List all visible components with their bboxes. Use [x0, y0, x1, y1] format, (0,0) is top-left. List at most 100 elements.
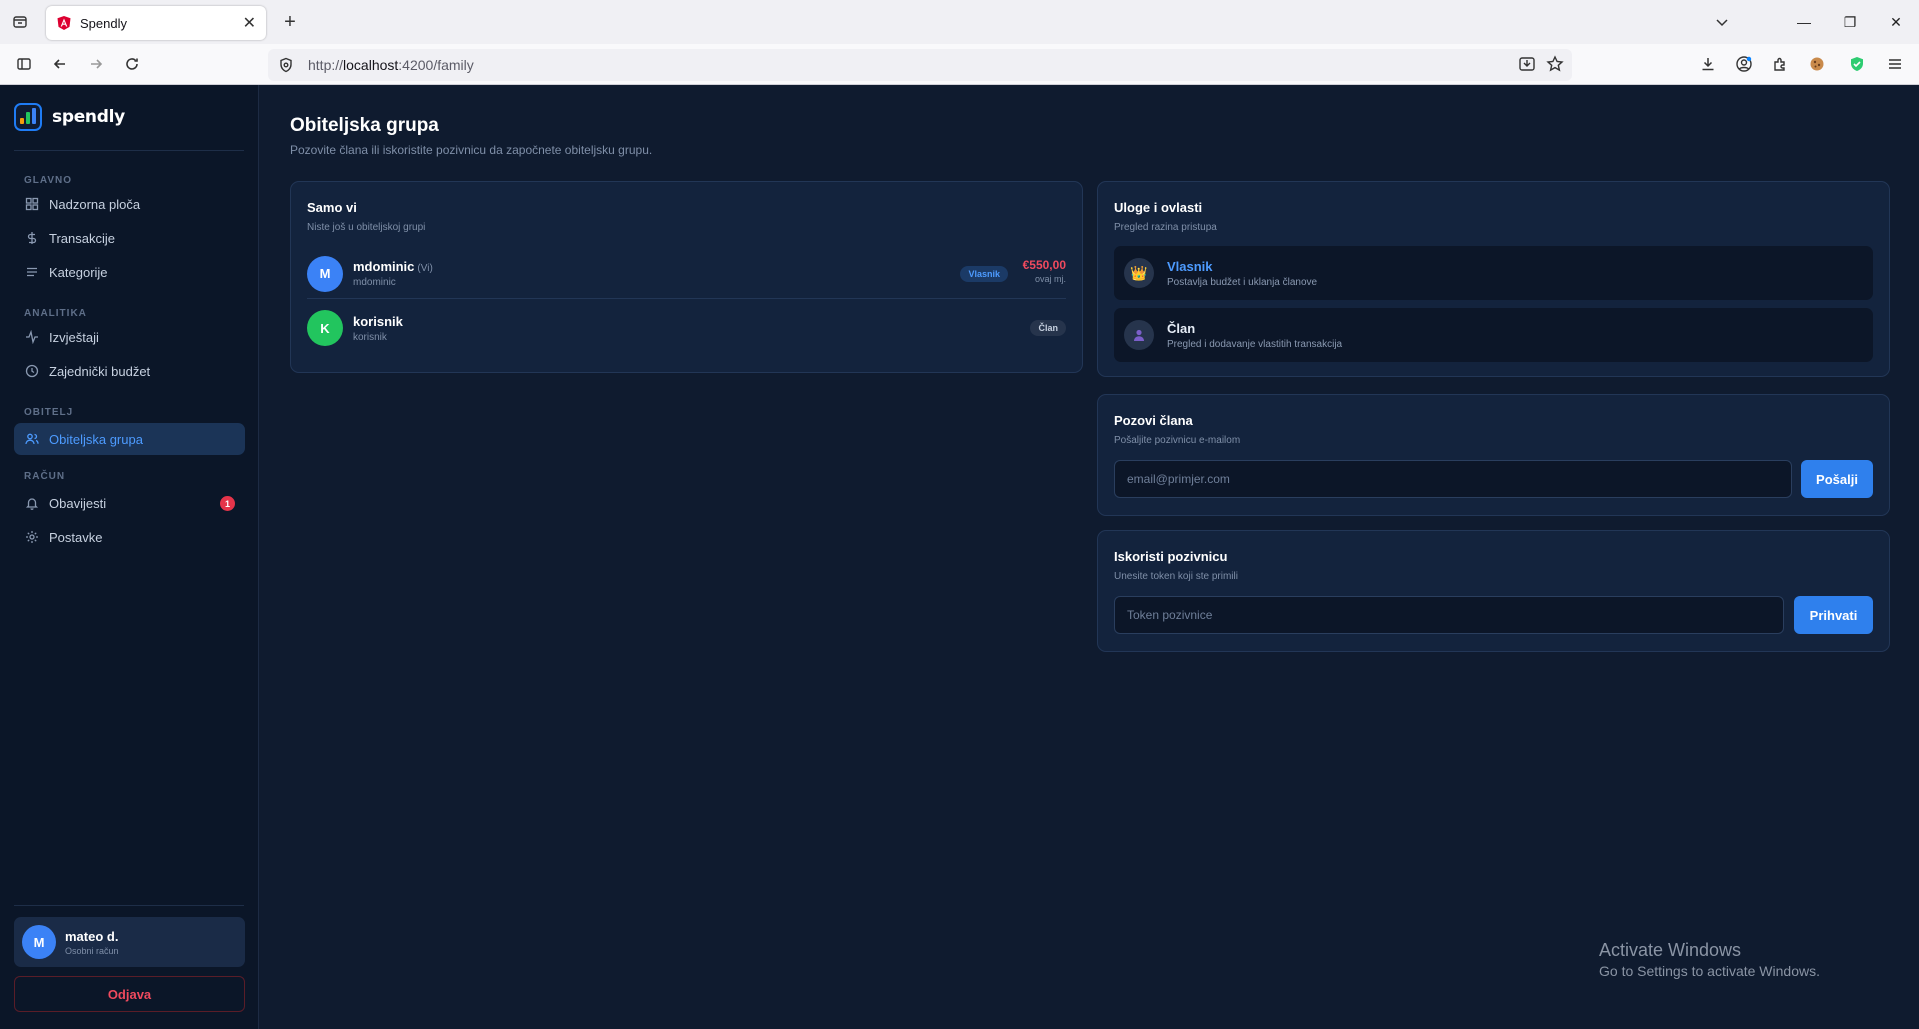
- card-title: Samo vi: [307, 200, 357, 215]
- member-username: korisnik: [353, 331, 387, 343]
- url-prefix: http://: [308, 57, 344, 73]
- person-icon: [1124, 320, 1154, 350]
- sidebar-toggle-icon[interactable]: [12, 52, 36, 76]
- page-title: Obiteljska grupa: [290, 115, 439, 136]
- url-path: :4200/family: [398, 57, 474, 73]
- activity-icon: [24, 329, 40, 345]
- roles-card: Uloge i ovlasti Pregled razina pristupa …: [1097, 181, 1890, 377]
- angular-favicon-icon: [57, 16, 71, 30]
- member-row[interactable]: K korisnik korisnik Član: [307, 303, 1066, 353]
- clock-icon: [24, 363, 40, 379]
- sidebar-item-label: Transakcije: [49, 230, 115, 246]
- avatar: K: [307, 310, 343, 346]
- app-root: spendly GLAVNO Nadzorna ploča Transakcij…: [0, 85, 1919, 1029]
- member-name: mdominic (Vi): [353, 259, 433, 274]
- member-row[interactable]: M mdominic (Vi) mdominic Vlasnik €550,00 …: [307, 249, 1066, 299]
- sidebar-item-label: Izvještaji: [49, 329, 99, 345]
- spending-amount: €550,00: [1022, 258, 1066, 272]
- member-username: mdominic: [353, 277, 396, 288]
- cookie-extension-icon[interactable]: [1805, 52, 1829, 76]
- sidebar-item-categories[interactable]: Kategorije: [14, 256, 245, 288]
- role-owner: 👑 Vlasnik Postavlja budžet i uklanja čla…: [1114, 246, 1873, 300]
- tab-groups-icon[interactable]: [0, 0, 40, 44]
- card-title: Iskoristi pozivnicu: [1114, 549, 1228, 564]
- role-name: Član: [1167, 320, 1196, 336]
- window-controls: — ❐ ✕: [1781, 0, 1919, 44]
- grid-icon: [24, 196, 40, 212]
- card-subtitle: Niste još u obiteljskoj grupi: [307, 222, 426, 233]
- role-member: Član Pregled i dodavanje vlastitih trans…: [1114, 308, 1873, 362]
- restore-icon[interactable]: ❐: [1827, 0, 1873, 44]
- redeem-card: Iskoristi pozivnicu Unesite token koji s…: [1097, 530, 1890, 652]
- card-subtitle: Pošaljite pozivnicu e-mailom: [1114, 435, 1241, 446]
- downloads-icon[interactable]: [1696, 52, 1720, 76]
- sidebar-item-dashboard[interactable]: Nadzorna ploča: [14, 188, 245, 220]
- shield-icon[interactable]: [278, 56, 296, 74]
- accept-invite-button[interactable]: Prihvati: [1794, 596, 1873, 634]
- extensions-icon[interactable]: [1768, 52, 1792, 76]
- card-title: Pozovi člana: [1114, 413, 1193, 428]
- url-host: localhost: [343, 57, 399, 73]
- member-spending: €550,00 ovaj mj.: [1023, 258, 1066, 284]
- email-field[interactable]: [1114, 460, 1792, 498]
- role-description: Postavlja budžet i uklanja članove: [1167, 276, 1318, 288]
- reload-icon[interactable]: [120, 52, 144, 76]
- spendly-logo-icon: [14, 103, 42, 131]
- close-tab-icon[interactable]: ✕: [243, 13, 256, 33]
- menu-icon[interactable]: [1883, 52, 1907, 76]
- windows-activation-watermark: Activate Windows Go to Settings to activ…: [1599, 940, 1820, 979]
- spending-period: ovaj mj.: [1034, 274, 1066, 284]
- role-name: Vlasnik: [1167, 258, 1213, 274]
- section-label-analytics: ANALITIKA: [24, 308, 87, 319]
- send-invite-button[interactable]: Pošalji: [1801, 460, 1873, 498]
- new-tab-button[interactable]: +: [278, 10, 302, 34]
- brand-name: spendly: [52, 107, 125, 127]
- watermark-line2: Go to Settings to activate Windows.: [1599, 963, 1820, 979]
- browser-tab-active[interactable]: Spendly ✕: [46, 6, 266, 40]
- sidebar-item-shared-budget[interactable]: Zajednički budžet: [14, 355, 245, 387]
- shield-extension-icon[interactable]: [1845, 52, 1869, 76]
- section-label-account: RAČUN: [24, 471, 66, 482]
- sidebar-item-label: Postavke: [49, 529, 103, 545]
- sidebar-item-reports[interactable]: Izvještaji: [14, 321, 245, 353]
- card-title: Uloge i ovlasti: [1114, 200, 1203, 215]
- you-label: (Vi): [417, 263, 433, 274]
- browser-nav-bar: http://localhost:4200/family: [0, 44, 1919, 85]
- gear-icon: [24, 529, 40, 545]
- bell-icon: [24, 495, 40, 511]
- url-bar[interactable]: http://localhost:4200/family: [268, 49, 1572, 81]
- sidebar: spendly GLAVNO Nadzorna ploča Transakcij…: [0, 85, 259, 1029]
- sidebar-item-label: Obiteljska grupa: [49, 431, 143, 447]
- sidebar-item-label: Zajednički budžet: [49, 363, 151, 379]
- avatar: M: [307, 255, 343, 292]
- users-icon: [24, 431, 40, 447]
- sidebar-item-label: Obavijesti: [49, 495, 107, 511]
- sidebar-item-family-group[interactable]: Obiteljska grupa: [14, 423, 245, 455]
- forward-icon[interactable]: [84, 52, 108, 76]
- logout-button[interactable]: Odjava: [14, 976, 245, 1012]
- brand[interactable]: spendly: [14, 103, 125, 131]
- user-card[interactable]: M mateo d. Osobni račun: [14, 917, 245, 967]
- role-badge-member: Član: [1030, 320, 1066, 336]
- close-window-icon[interactable]: ✕: [1873, 0, 1919, 44]
- back-icon[interactable]: [48, 52, 72, 76]
- token-field[interactable]: [1114, 596, 1784, 634]
- sidebar-item-notifications[interactable]: Obavijesti 1: [14, 487, 245, 519]
- browser-tab-bar: Spendly ✕ + — ❐ ✕: [0, 0, 1919, 44]
- save-page-icon[interactable]: [1518, 55, 1536, 76]
- main-content: Obiteljska grupa Pozovite člana ili isko…: [259, 85, 1919, 1029]
- crown-icon: 👑: [1124, 258, 1154, 288]
- card-subtitle: Pregled razina pristupa: [1114, 222, 1217, 233]
- page-subtitle: Pozovite člana ili iskoristite pozivnicu…: [290, 143, 653, 157]
- minimize-icon[interactable]: —: [1781, 0, 1827, 44]
- account-icon[interactable]: [1732, 52, 1756, 76]
- divider: [14, 905, 244, 906]
- list-tabs-icon[interactable]: [1710, 10, 1734, 34]
- sidebar-item-transactions[interactable]: Transakcije: [14, 222, 245, 254]
- avatar: M: [22, 925, 56, 959]
- account-type: Osobni račun: [65, 945, 119, 956]
- bookmark-star-icon[interactable]: [1546, 55, 1564, 76]
- list-icon: [24, 264, 40, 280]
- card-subtitle: Unesite token koji ste primili: [1114, 571, 1238, 582]
- sidebar-item-settings[interactable]: Postavke: [14, 521, 245, 553]
